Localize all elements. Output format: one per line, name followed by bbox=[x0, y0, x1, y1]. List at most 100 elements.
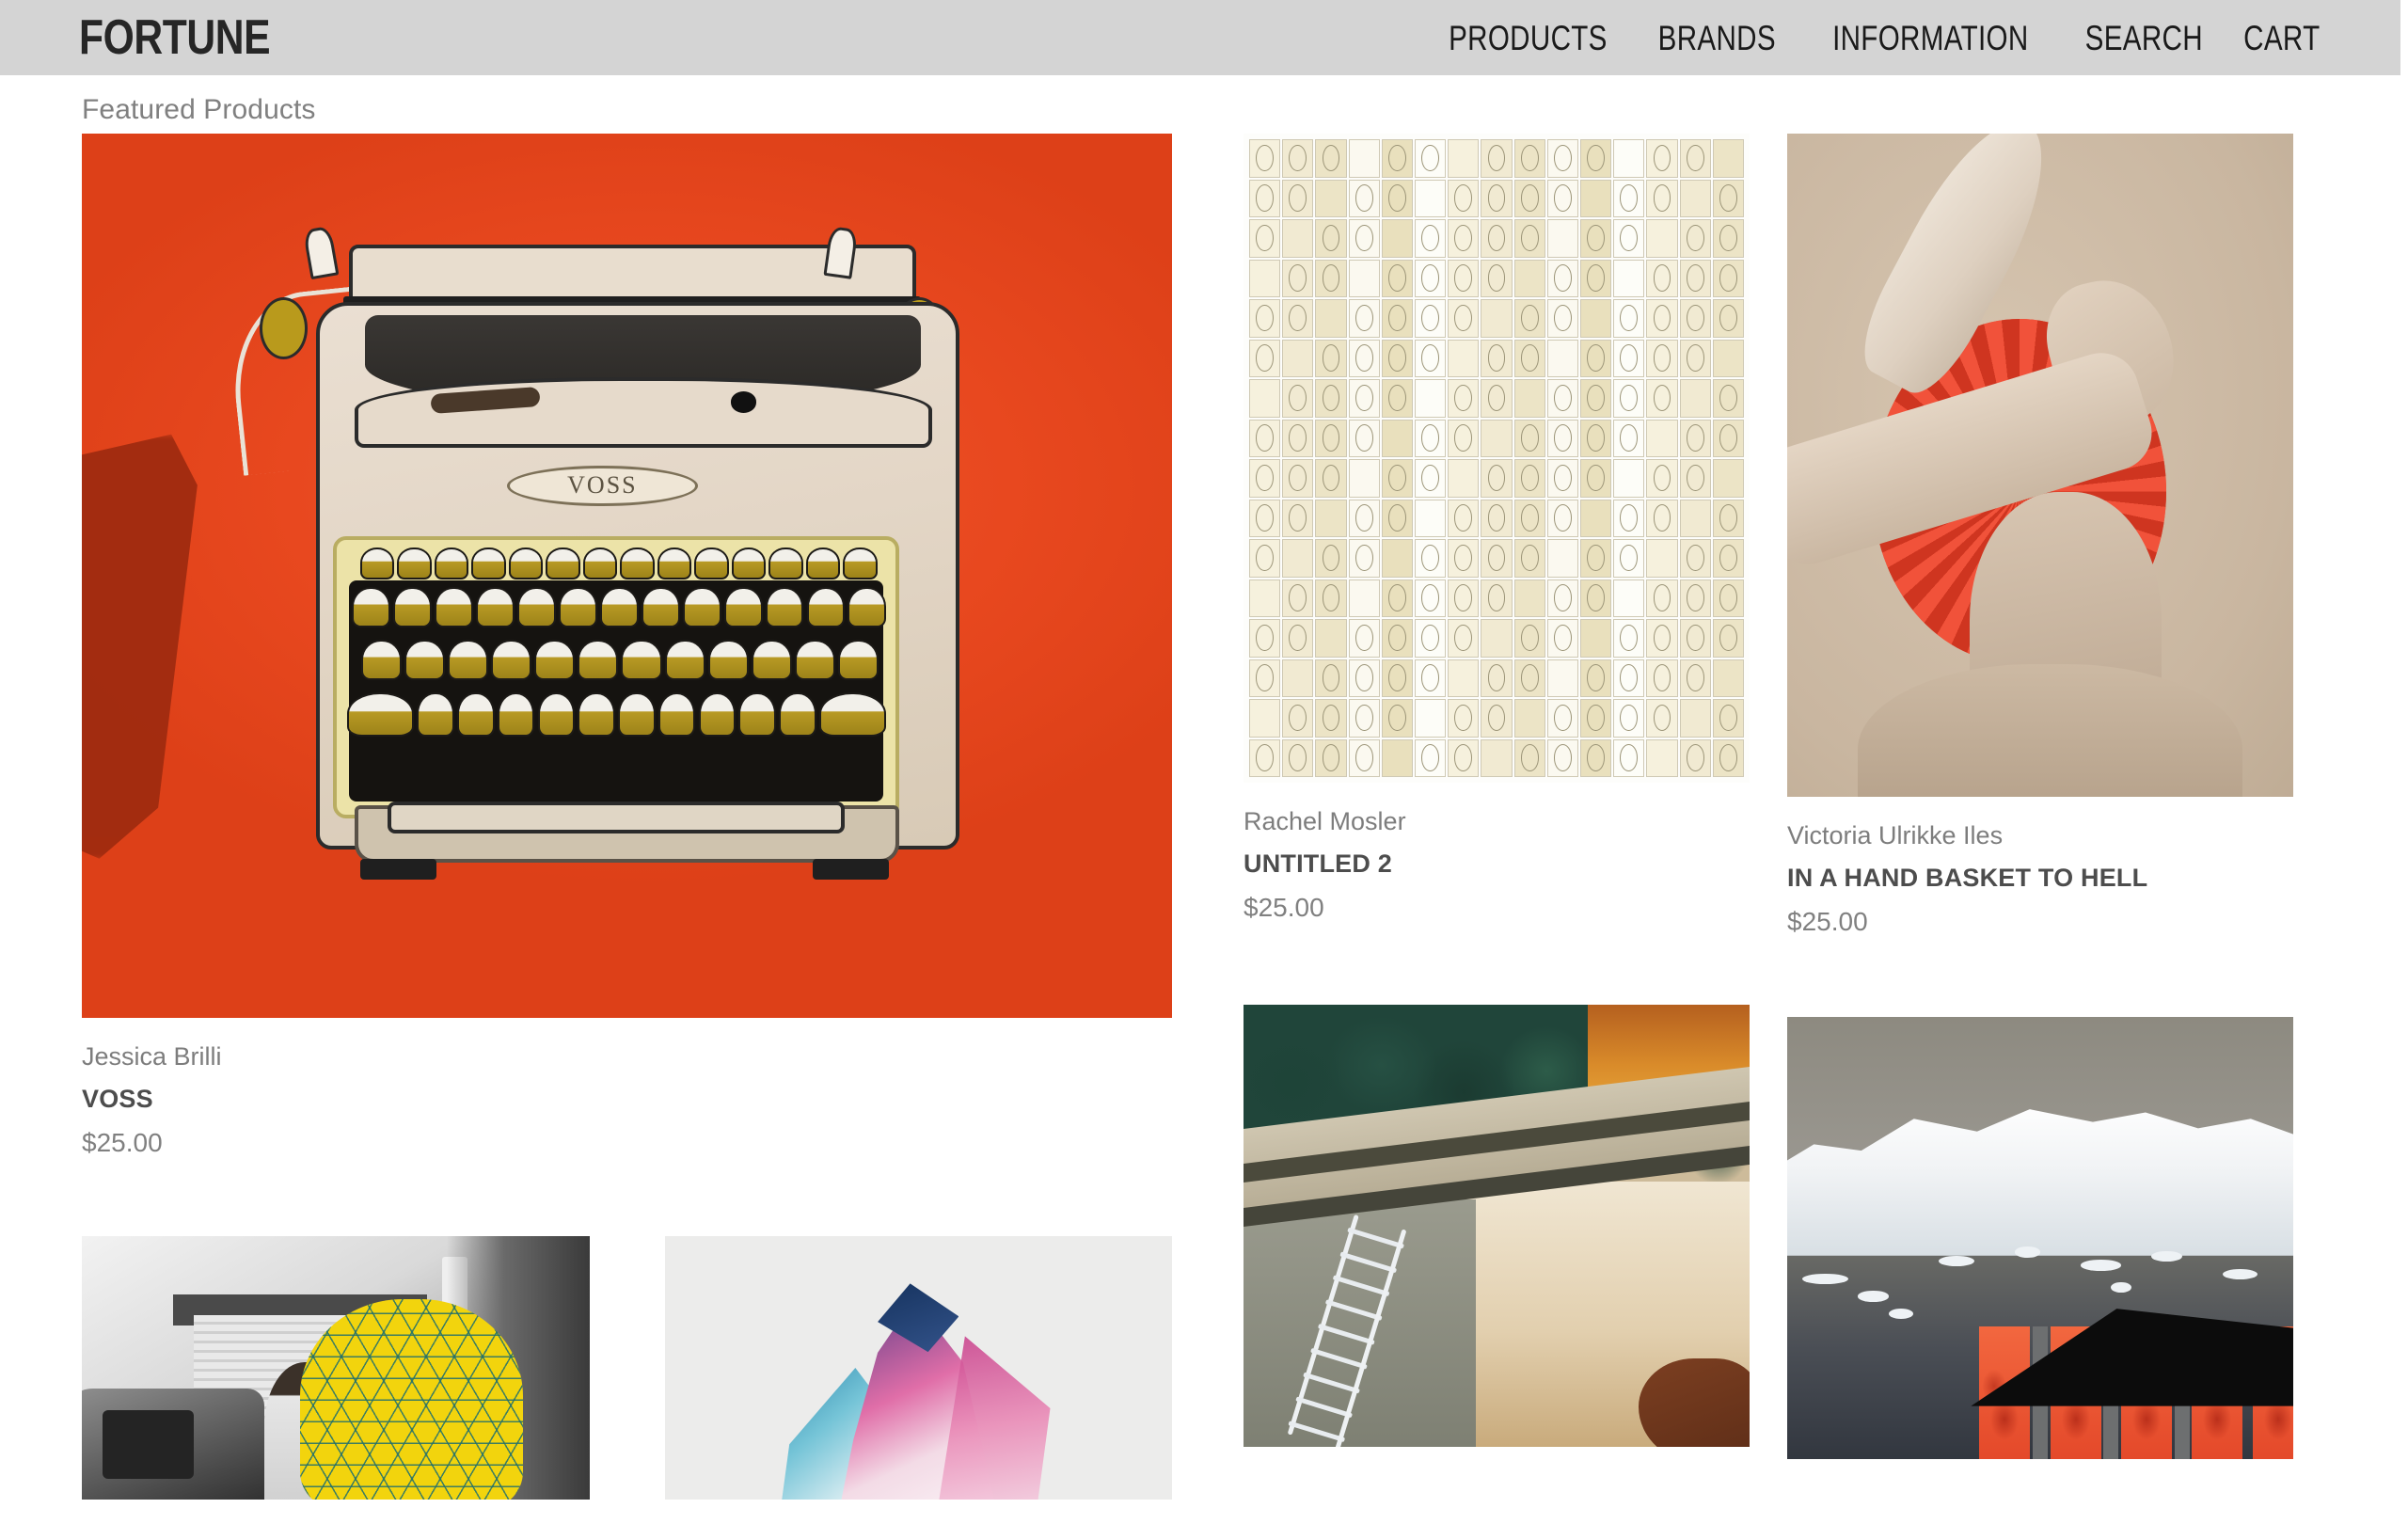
slide-oval bbox=[1719, 504, 1737, 532]
slide-oval bbox=[1520, 224, 1539, 252]
slide-mount bbox=[1646, 419, 1678, 457]
typewriter-key bbox=[352, 587, 391, 628]
slide-mount bbox=[1580, 738, 1612, 777]
product-column-3: Victoria Ulrikke Iles IN A HAND BASKET T… bbox=[1787, 134, 2293, 1459]
typewriter-key-row-2 bbox=[360, 639, 879, 680]
artwork-typewriter[interactable]: VOSS bbox=[82, 134, 1172, 1018]
slide-mount bbox=[1679, 699, 1711, 738]
slide-mount bbox=[1613, 659, 1645, 697]
slide-mount bbox=[1249, 259, 1281, 297]
typewriter-key bbox=[794, 639, 836, 680]
product-title[interactable]: IN A HAND BASKET TO HELL bbox=[1787, 859, 2293, 898]
nav-item-brands[interactable]: BRANDS bbox=[1656, 21, 1779, 56]
typewriter-key bbox=[621, 639, 662, 680]
slide-oval bbox=[1719, 584, 1737, 611]
slide-mount bbox=[1513, 699, 1545, 738]
slide-oval bbox=[1686, 744, 1704, 771]
slide-mount bbox=[1712, 738, 1744, 777]
slide-mount bbox=[1415, 179, 1447, 217]
slide-mount bbox=[1448, 219, 1480, 258]
slide-mount bbox=[1712, 579, 1744, 617]
product-title[interactable]: UNTITLED 2 bbox=[1244, 845, 1750, 884]
nav-item-cart[interactable]: CART bbox=[2242, 21, 2322, 56]
product-title[interactable]: VOSS bbox=[82, 1080, 1172, 1119]
slide-oval bbox=[1653, 504, 1671, 532]
typewriter-key bbox=[359, 547, 395, 579]
slide-mount bbox=[1249, 419, 1281, 457]
slide-mount bbox=[1613, 379, 1645, 418]
slide-oval bbox=[1587, 144, 1605, 172]
slide-mount bbox=[1546, 219, 1578, 258]
slide-oval bbox=[1620, 664, 1639, 691]
product-card-pool[interactable] bbox=[1244, 1004, 1750, 1447]
slide-oval bbox=[1487, 184, 1506, 212]
nav-item-search[interactable]: SEARCH bbox=[2083, 21, 2205, 56]
slide-oval bbox=[1322, 344, 1340, 372]
slide-mount bbox=[1315, 139, 1347, 178]
product-card-crystal[interactable] bbox=[664, 1235, 1172, 1500]
ice-floe bbox=[1802, 1273, 1848, 1284]
slide-mount bbox=[1249, 379, 1281, 418]
slide-oval bbox=[1653, 304, 1671, 332]
slide-mount bbox=[1282, 459, 1314, 498]
typewriter-key bbox=[546, 547, 580, 579]
slide-oval bbox=[1289, 144, 1307, 172]
slide-oval bbox=[1520, 344, 1539, 372]
site-logo[interactable]: FORTUNE bbox=[79, 13, 271, 62]
slide-mount bbox=[1348, 339, 1380, 377]
slide-mount bbox=[1481, 179, 1513, 217]
slide-mount bbox=[1613, 139, 1645, 178]
slide-mount bbox=[1646, 299, 1678, 338]
typewriter-key bbox=[534, 639, 576, 680]
artwork-iceberg[interactable] bbox=[1787, 1016, 2293, 1459]
slide-oval bbox=[1620, 384, 1639, 412]
artwork-fan-collage[interactable] bbox=[1787, 134, 2293, 797]
slide-oval bbox=[1454, 704, 1473, 732]
slide-oval bbox=[1719, 744, 1737, 771]
slide-mount bbox=[1481, 219, 1513, 258]
artwork-pool[interactable] bbox=[1244, 1004, 1750, 1447]
artwork-photo-mesh[interactable] bbox=[82, 1235, 590, 1500]
slide-oval bbox=[1520, 304, 1539, 332]
slide-oval bbox=[1520, 624, 1539, 652]
artwork-slide-grid[interactable] bbox=[1244, 134, 1750, 783]
slide-mount bbox=[1415, 219, 1447, 258]
slide-mount bbox=[1448, 539, 1480, 578]
typewriter-key bbox=[620, 547, 655, 579]
slide-oval bbox=[1653, 184, 1671, 212]
slide-oval bbox=[1554, 264, 1572, 292]
slide-mount bbox=[1381, 419, 1413, 457]
nav-item-products[interactable]: PRODUCTS bbox=[1446, 21, 1608, 56]
slide-mount bbox=[1348, 139, 1380, 178]
slide-oval bbox=[1719, 704, 1737, 732]
product-card-iceberg[interactable] bbox=[1787, 1016, 2293, 1459]
artwork-crystal[interactable] bbox=[664, 1235, 1172, 1500]
slide-oval bbox=[1454, 744, 1473, 771]
slide-mount bbox=[1546, 419, 1578, 457]
slide-oval bbox=[1719, 184, 1737, 212]
slide-mount bbox=[1613, 738, 1645, 777]
slide-mount bbox=[1513, 579, 1545, 617]
product-card-hand-basket[interactable]: Victoria Ulrikke Iles IN A HAND BASKET T… bbox=[1787, 134, 2293, 942]
nav-item-information[interactable]: INFORMATION bbox=[1830, 21, 2031, 56]
slide-mount bbox=[1415, 459, 1447, 498]
slide-mount bbox=[1448, 179, 1480, 217]
typewriter-key bbox=[731, 547, 767, 579]
slide-mount bbox=[1580, 219, 1612, 258]
slide-mount bbox=[1415, 699, 1447, 738]
slide-mount bbox=[1546, 619, 1578, 658]
product-card-photo-mesh[interactable] bbox=[82, 1235, 590, 1500]
slide-oval bbox=[1454, 264, 1473, 292]
slide-oval bbox=[1256, 344, 1274, 372]
slide-oval bbox=[1322, 544, 1340, 572]
slide-oval bbox=[1354, 704, 1373, 732]
product-card-untitled-2[interactable]: Rachel Mosler UNTITLED 2 $25.00 bbox=[1244, 134, 1750, 928]
slide-mount bbox=[1580, 579, 1612, 617]
slide-mount bbox=[1348, 419, 1380, 457]
slide-oval bbox=[1256, 624, 1274, 652]
product-card-voss[interactable]: VOSS Jessica Brilli VOSS $25.00 bbox=[82, 134, 1172, 1163]
slide-oval bbox=[1620, 624, 1639, 652]
slide-mount bbox=[1282, 299, 1314, 338]
page-content: Featured Products VOSS Jessica Brilli VO… bbox=[0, 75, 2408, 1524]
typewriter-key bbox=[346, 692, 415, 738]
